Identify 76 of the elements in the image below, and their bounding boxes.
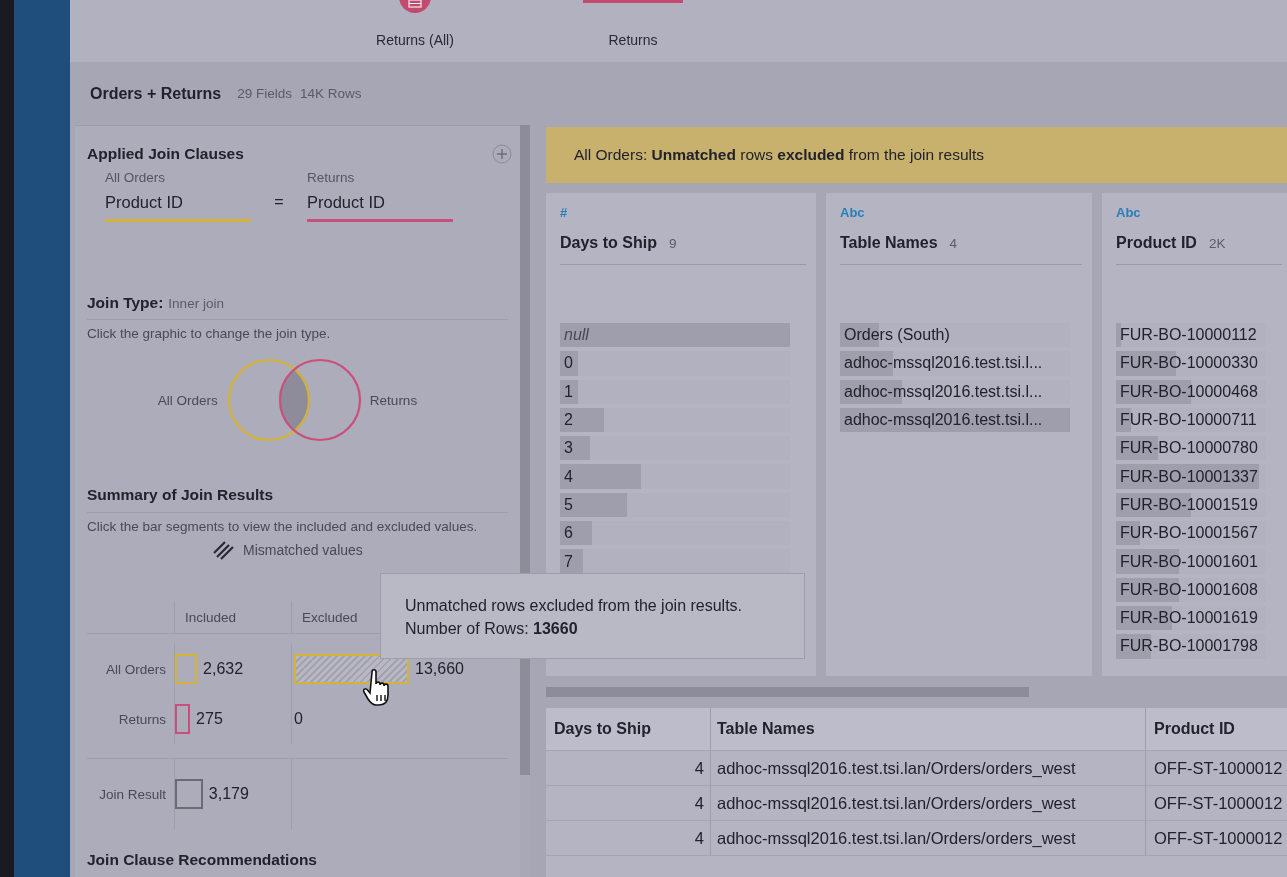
tooltip-text: Number of Rows: 13660 xyxy=(405,619,579,639)
frequency-bar[interactable] xyxy=(560,549,583,574)
value-label[interactable]: FUR-BO-10001798 xyxy=(1116,637,1258,656)
column-header: Included xyxy=(185,609,237,625)
mismatch-bar[interactable] xyxy=(294,654,409,684)
value-label[interactable]: 1 xyxy=(560,382,573,401)
table-cell: 4 xyxy=(694,758,704,778)
tooltip-text: Unmatched rows excluded from the join results. xyxy=(405,596,744,616)
value-label[interactable]: FUR-BO-10000711 xyxy=(1116,411,1257,430)
table-cell: OFF-ST-1000012 xyxy=(1154,828,1283,848)
section-title: Join Clause Recommendations xyxy=(87,851,318,869)
venn-label: All Orders xyxy=(157,392,218,408)
field-select[interactable]: Product ID xyxy=(307,193,453,222)
value-label[interactable]: 7 xyxy=(560,552,573,571)
row-count: 2,632 xyxy=(203,660,244,678)
operator: = xyxy=(273,193,285,212)
field-count: 29 Fields xyxy=(237,86,292,101)
hint-text: Click the graphic to change the join type. xyxy=(87,326,332,341)
row-count: 3,179 xyxy=(208,785,249,803)
field-name[interactable]: Table Names xyxy=(840,234,938,252)
row-label: All Orders xyxy=(106,661,166,677)
node-label[interactable]: Returns (All) xyxy=(376,32,454,48)
table-cell: 4 xyxy=(694,828,704,848)
distinct-count: 4 xyxy=(949,236,958,251)
value-label[interactable]: FUR-BO-10000112 xyxy=(1116,326,1257,345)
table-label: All Orders xyxy=(105,170,166,185)
data-type-label: Abc xyxy=(1116,205,1142,220)
value-label[interactable]: Orders (South) xyxy=(840,326,950,345)
legend-label: Mismatched values xyxy=(243,542,363,558)
banner-text: All Orders: Unmatched rows excluded from the join results xyxy=(574,146,985,164)
table-cell: OFF-ST-1000012 xyxy=(1154,793,1283,813)
row-label: Returns xyxy=(118,711,166,727)
step-title: Orders + Returns xyxy=(90,84,222,103)
value-label[interactable]: 3 xyxy=(560,439,573,458)
value-label[interactable]: adhoc-mssql2016.test.tsi.l... xyxy=(840,382,1043,401)
field-name[interactable]: Product ID xyxy=(1116,234,1197,252)
field-name[interactable]: Days to Ship xyxy=(560,234,657,252)
row-count: 13,660 xyxy=(415,660,464,678)
value-label[interactable]: 0 xyxy=(560,354,573,373)
row-label: Join Result xyxy=(99,786,166,802)
hint-text: Click the bar segments to view the included and excluded values. xyxy=(87,519,479,534)
field-select[interactable]: Product ID xyxy=(105,193,251,222)
value-label[interactable]: 5 xyxy=(560,495,573,514)
value-label[interactable]: 6 xyxy=(560,524,573,543)
table-node-icon[interactable] xyxy=(398,0,432,14)
table-cell: OFF-ST-1000012 xyxy=(1154,758,1283,778)
join-type-value: Inner join xyxy=(168,296,224,311)
node-label[interactable]: Returns xyxy=(608,32,658,48)
node-bar[interactable] xyxy=(583,0,683,3)
scrollbar-thumb[interactable] xyxy=(546,687,1029,697)
section-title: Applied Join Clauses xyxy=(87,145,244,163)
table-cell: adhoc-mssql2016.test.tsi.lan/Orders/orders_west xyxy=(717,828,1076,848)
row-count: 0 xyxy=(294,710,303,728)
row-count: 275 xyxy=(196,710,223,728)
column-header[interactable]: Days to Ship xyxy=(554,720,651,738)
hatch-icon xyxy=(213,540,235,560)
venn-label: Returns xyxy=(369,392,418,408)
value-label[interactable]: adhoc-mssql2016.test.tsi.l... xyxy=(840,354,1043,373)
value-label[interactable]: FUR-BO-10000780 xyxy=(1116,439,1258,458)
distinct-count: 9 xyxy=(668,236,677,251)
table-cell: adhoc-mssql2016.test.tsi.lan/Orders/orders_west xyxy=(717,758,1076,778)
column-header[interactable]: Product ID xyxy=(1154,720,1235,738)
table-cell: 4 xyxy=(694,793,704,813)
column-header: Excluded xyxy=(302,609,358,625)
table-cell: adhoc-mssql2016.test.tsi.lan/Orders/orders_west xyxy=(717,793,1076,813)
column-header[interactable]: Table Names xyxy=(717,720,815,738)
data-type-label: # xyxy=(560,205,569,220)
value-label[interactable]: 4 xyxy=(560,467,573,486)
section-title: Join Type: xyxy=(87,294,164,312)
section-title: Summary of Join Results xyxy=(87,486,508,513)
value-label[interactable]: 2 xyxy=(560,411,573,430)
table-label: Returns xyxy=(307,170,356,185)
row-count: 14K Rows xyxy=(299,86,362,101)
value-label[interactable]: FUR-BO-10001567 xyxy=(1116,524,1258,543)
distinct-count: 2K xyxy=(1208,236,1226,251)
data-type-label: Abc xyxy=(840,205,866,220)
